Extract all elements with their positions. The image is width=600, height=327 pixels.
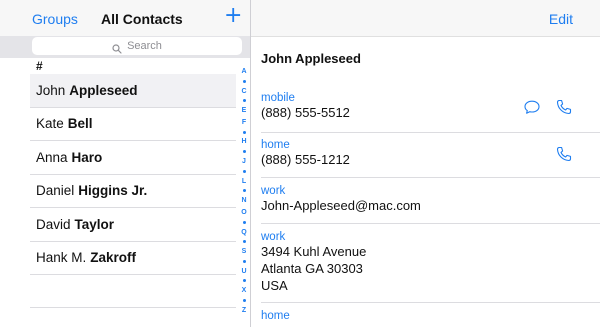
index-letter[interactable]: F [242, 119, 246, 126]
contact-first-name: John [36, 82, 66, 98]
index-dot[interactable] [242, 259, 246, 263]
contacts-list-pane: Groups All Contacts + Search # John Apple… [0, 0, 251, 327]
index-letter[interactable]: S [242, 248, 247, 255]
index-letter[interactable]: E [242, 107, 247, 114]
contact-first-name: Hank M. [36, 250, 87, 266]
contact-first-name: David [36, 216, 71, 232]
index-letter[interactable]: Z [242, 307, 246, 314]
contact-last-name: Zakroff [90, 250, 137, 266]
index-dot[interactable] [242, 279, 246, 283]
index-dot[interactable] [242, 79, 246, 83]
contact-row[interactable]: Daniel Higgins Jr. [30, 175, 236, 208]
phone-icon[interactable] [555, 98, 573, 116]
index-letter[interactable]: C [241, 88, 246, 95]
phone-icon[interactable] [555, 145, 573, 163]
field-value: (888) 555-1212 [261, 152, 350, 167]
field-divider [261, 177, 600, 178]
search-input[interactable]: Search [32, 37, 242, 55]
contact-row[interactable]: Anna Haro [30, 141, 236, 175]
index-dot[interactable] [242, 99, 246, 103]
index-letter[interactable]: H [241, 138, 246, 145]
list-divider [30, 307, 236, 308]
index-dot[interactable] [242, 150, 246, 154]
address-line: 3494 Kuhl Avenue [261, 244, 367, 259]
index-dot[interactable] [242, 240, 246, 244]
contact-row[interactable]: David Taylor [30, 208, 236, 242]
index-dot[interactable] [242, 169, 246, 173]
field-label: work [261, 231, 286, 243]
contact-list: John Appleseed Kate Bell Anna Haro Daniel Hi… [30, 74, 236, 275]
mobile-phone-field[interactable]: mobile (888) 555-5512 [261, 92, 600, 121]
contact-name: John Appleseed [261, 51, 361, 66]
index-letter[interactable]: J [242, 158, 246, 165]
contacts-app: Groups All Contacts + Search # John Apple… [0, 0, 600, 327]
contact-row[interactable]: John Appleseed [30, 74, 236, 108]
contact-first-name: Anna [36, 149, 68, 165]
field-divider [261, 302, 600, 303]
field-divider [261, 132, 600, 133]
index-letter[interactable]: A [241, 68, 246, 75]
contact-last-name: Appleseed [69, 82, 138, 98]
index-letter[interactable]: U [241, 268, 246, 275]
field-value: John-Appleseed@mac.com [261, 198, 421, 213]
field-label: home [261, 310, 290, 322]
search-placeholder: Search [127, 40, 162, 52]
contact-detail-pane: Edit John Appleseed mobile (888) 555-551… [251, 0, 600, 327]
work-email-field[interactable]: work John-Appleseed@mac.com [261, 185, 600, 214]
home-phone-field[interactable]: home (888) 555-1212 [261, 139, 600, 168]
field-label: home [261, 139, 290, 151]
address-line: Atlanta GA 30303 [261, 261, 363, 276]
index-dot[interactable] [242, 220, 246, 224]
add-contact-button[interactable]: + [224, 5, 242, 27]
home-address-field[interactable]: home [261, 310, 600, 322]
message-icon[interactable] [523, 98, 541, 116]
contact-last-name: Higgins Jr. [78, 183, 148, 199]
field-label: work [261, 185, 286, 197]
contact-row[interactable]: Hank M. Zakroff [30, 242, 236, 275]
index-letter[interactable]: N [241, 197, 246, 204]
edit-button[interactable]: Edit [549, 11, 573, 27]
index-dot[interactable] [242, 130, 246, 134]
contact-last-name: Haro [71, 149, 103, 165]
field-value: (888) 555-5512 [261, 105, 350, 120]
contact-last-name: Taylor [74, 216, 115, 232]
contact-first-name: Daniel [36, 183, 75, 199]
field-label: mobile [261, 92, 295, 104]
field-divider [261, 223, 600, 224]
detail-navigation-bar: Edit [251, 0, 600, 37]
index-dot[interactable] [242, 189, 246, 193]
contact-first-name: Kate [36, 116, 64, 132]
index-letter[interactable]: L [242, 178, 246, 185]
work-address-field[interactable]: work 3494 Kuhl Avenue Atlanta GA 30303 U… [261, 231, 600, 294]
search-icon [112, 41, 122, 54]
alphabet-index[interactable]: A C EF H J L NO Q S U X Z [238, 68, 250, 314]
contact-last-name: Bell [67, 116, 93, 132]
section-header: # [36, 59, 43, 73]
contact-row[interactable]: Kate Bell [30, 108, 236, 141]
page-title: All Contacts [101, 11, 183, 27]
address-line: USA [261, 278, 288, 293]
index-letter[interactable]: X [242, 287, 247, 294]
index-letter[interactable]: Q [241, 229, 246, 236]
index-dot[interactable] [242, 298, 246, 302]
search-bar: Search [0, 36, 250, 58]
list-navigation-bar: Groups All Contacts + [0, 0, 250, 37]
groups-button[interactable]: Groups [32, 11, 78, 27]
index-letter[interactable]: O [241, 209, 246, 216]
